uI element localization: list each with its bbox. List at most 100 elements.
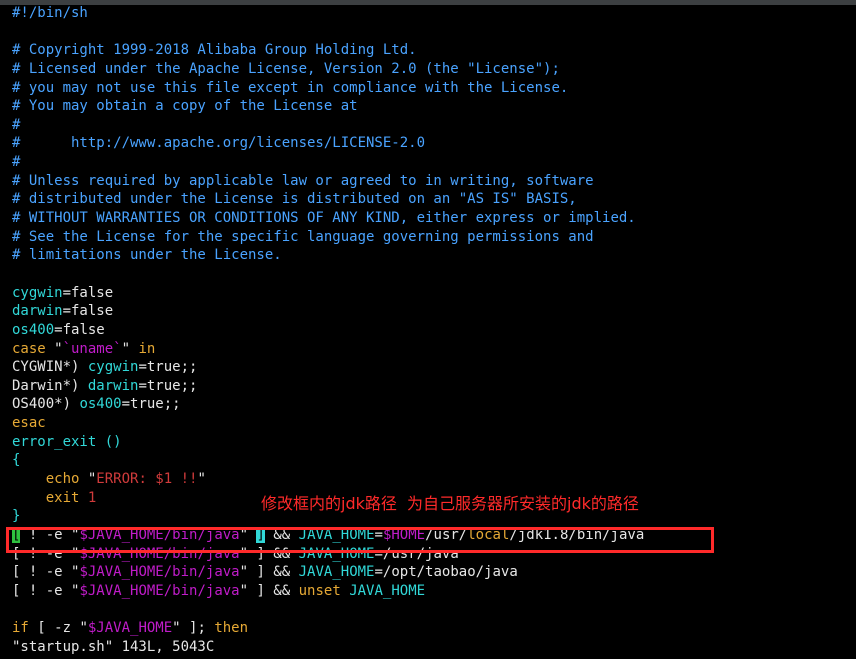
comment-line: # You may obtain a copy of the License a… (12, 98, 358, 115)
quote: " (239, 526, 249, 543)
comment-line: # Licensed under the Apache License, Ver… (12, 60, 560, 77)
keyword: echo (12, 471, 88, 488)
path: /bin/java (163, 582, 240, 599)
comment-line: # WITHOUT WARRANTIES OR CONDITIONS OF AN… (12, 210, 636, 227)
comment-line: # distributed under the License is distr… (12, 191, 577, 208)
var-value: =true;; (138, 359, 198, 376)
matched-bracket: ] (256, 526, 265, 543)
path: =/opt/taobao/java (374, 564, 518, 581)
test-expr: ! -e (20, 526, 72, 543)
keyword: if (12, 620, 29, 637)
var-name: cygwin (87, 359, 139, 376)
code-line-java-home-1: [ ! -e "$JAVA_HOME/bin/java" ] && JAVA_H… (12, 526, 856, 545)
quote: " (172, 620, 181, 637)
comment-line: # you may not use this file except in co… (12, 79, 569, 96)
var-name: cygwin (12, 284, 63, 301)
variable: $JAVA_HOME (87, 620, 173, 637)
var-name: JAVA_HOME (298, 564, 375, 581)
code-line-java-home-3: [ ! -e "$JAVA_HOME/bin/java" ] && JAVA_H… (12, 563, 856, 582)
code-line-if: if [ -z "$JAVA_HOME" ]; then (12, 619, 856, 638)
quote: " (239, 582, 249, 599)
comment-line: # http://www.apache.org/licenses/LICENSE… (12, 135, 426, 152)
comment-line: # limitations under the License. (12, 247, 282, 264)
var-value: =true;; (121, 396, 181, 413)
var-name: JAVA_HOME (298, 545, 375, 562)
variable: $HOME (382, 526, 426, 543)
comment-line: # (12, 154, 21, 171)
var-name: JAVA_HOME (298, 526, 375, 543)
path: /bin/java (163, 545, 240, 562)
var-value: =false (62, 284, 114, 301)
pattern: Darwin*) (12, 377, 88, 394)
keyword: case (12, 340, 46, 357)
operator: ] && (248, 582, 299, 599)
number: 1 (87, 489, 97, 506)
code-line-java-home-2: [ ! -e "$JAVA_HOME/bin/java" ] && JAVA_H… (12, 545, 856, 564)
variable: $JAVA_HOME (79, 564, 164, 581)
path: =/usr/java (374, 545, 459, 562)
code-line-cygwin-case: CYGWIN*) cygwin=true;; (12, 358, 856, 377)
operator: && (264, 526, 299, 543)
keyword: local (467, 526, 510, 543)
keyword: unset (298, 582, 350, 599)
var-value: =false (62, 303, 114, 320)
quote: " (197, 471, 206, 488)
code-line-echo: echo "ERROR: $1 !!" (12, 470, 856, 489)
comment-line: # (12, 116, 21, 133)
code-line-case: case "`uname`" in (12, 340, 856, 359)
path: /bin/java (163, 564, 240, 581)
operator: = (374, 526, 383, 543)
quote: " (79, 620, 88, 637)
code-line-function: error_exit () (12, 433, 122, 450)
var-value: =true;; (138, 377, 198, 394)
comment-line: # Copyright 1999-2018 Alibaba Group Hold… (12, 42, 417, 59)
operator: ] && (248, 545, 299, 562)
vim-status-line: "startup.sh" 143L, 5043C (12, 638, 215, 655)
shebang-line: #!/bin/sh (12, 5, 88, 21)
pattern: OS400*) (12, 396, 80, 413)
operator: ] && (248, 564, 299, 581)
code-line-cygwin: cygwin=false (12, 284, 856, 303)
comment-line: # Unless required by applicable law or a… (12, 172, 594, 189)
path: /usr/ (425, 526, 468, 543)
var-name: os400 (12, 321, 55, 338)
path: /jdk1.8/bin/java (509, 526, 645, 543)
keyword: exit (12, 489, 88, 506)
quote: " (239, 545, 249, 562)
variable: $JAVA_HOME (79, 545, 164, 562)
test-expr: [ ! -e (12, 545, 72, 562)
test-expr: [ ! -e (12, 564, 72, 581)
annotation-text: 修改框内的jdk路径 为自己服务器所安装的jdk的路径 (261, 494, 639, 513)
code-line-os400-case: OS400*) os400=true;; (12, 395, 856, 414)
code-line-esac: esac (12, 415, 46, 432)
test-expr: [ -z (28, 620, 80, 637)
quote: " (239, 564, 249, 581)
test-expr: ]; (180, 620, 215, 637)
quote: " (121, 340, 131, 357)
test-expr: [ ! -e (12, 582, 72, 599)
variable: $JAVA_HOME (79, 526, 164, 543)
var-name: os400 (79, 396, 122, 413)
code-line-brace-open: { (12, 452, 21, 469)
quote: " (45, 340, 63, 357)
vim-editor[interactable]: #!/bin/sh # Copyright 1999-2018 Alibaba … (12, 4, 856, 656)
var-value: =false (54, 321, 105, 338)
var-name: darwin (87, 377, 139, 394)
keyword: then (214, 620, 249, 637)
code-line-os400: os400=false (12, 321, 856, 340)
code-line-java-home-4: [ ! -e "$JAVA_HOME/bin/java" ] && unset … (12, 582, 856, 601)
comment-line: # See the License for the specific langu… (12, 228, 594, 245)
var-name: JAVA_HOME (349, 582, 426, 599)
string: ERROR: $1 !! (96, 471, 198, 488)
pattern: CYGWIN*) (12, 359, 88, 376)
string: `uname` (62, 340, 122, 357)
var-name: darwin (12, 303, 63, 320)
keyword: in (130, 340, 156, 357)
code-line-darwin-case: Darwin*) darwin=true;; (12, 377, 856, 396)
code-line-darwin: darwin=false (12, 302, 856, 321)
variable: $JAVA_HOME (79, 582, 164, 599)
path: /bin/java (163, 526, 240, 543)
